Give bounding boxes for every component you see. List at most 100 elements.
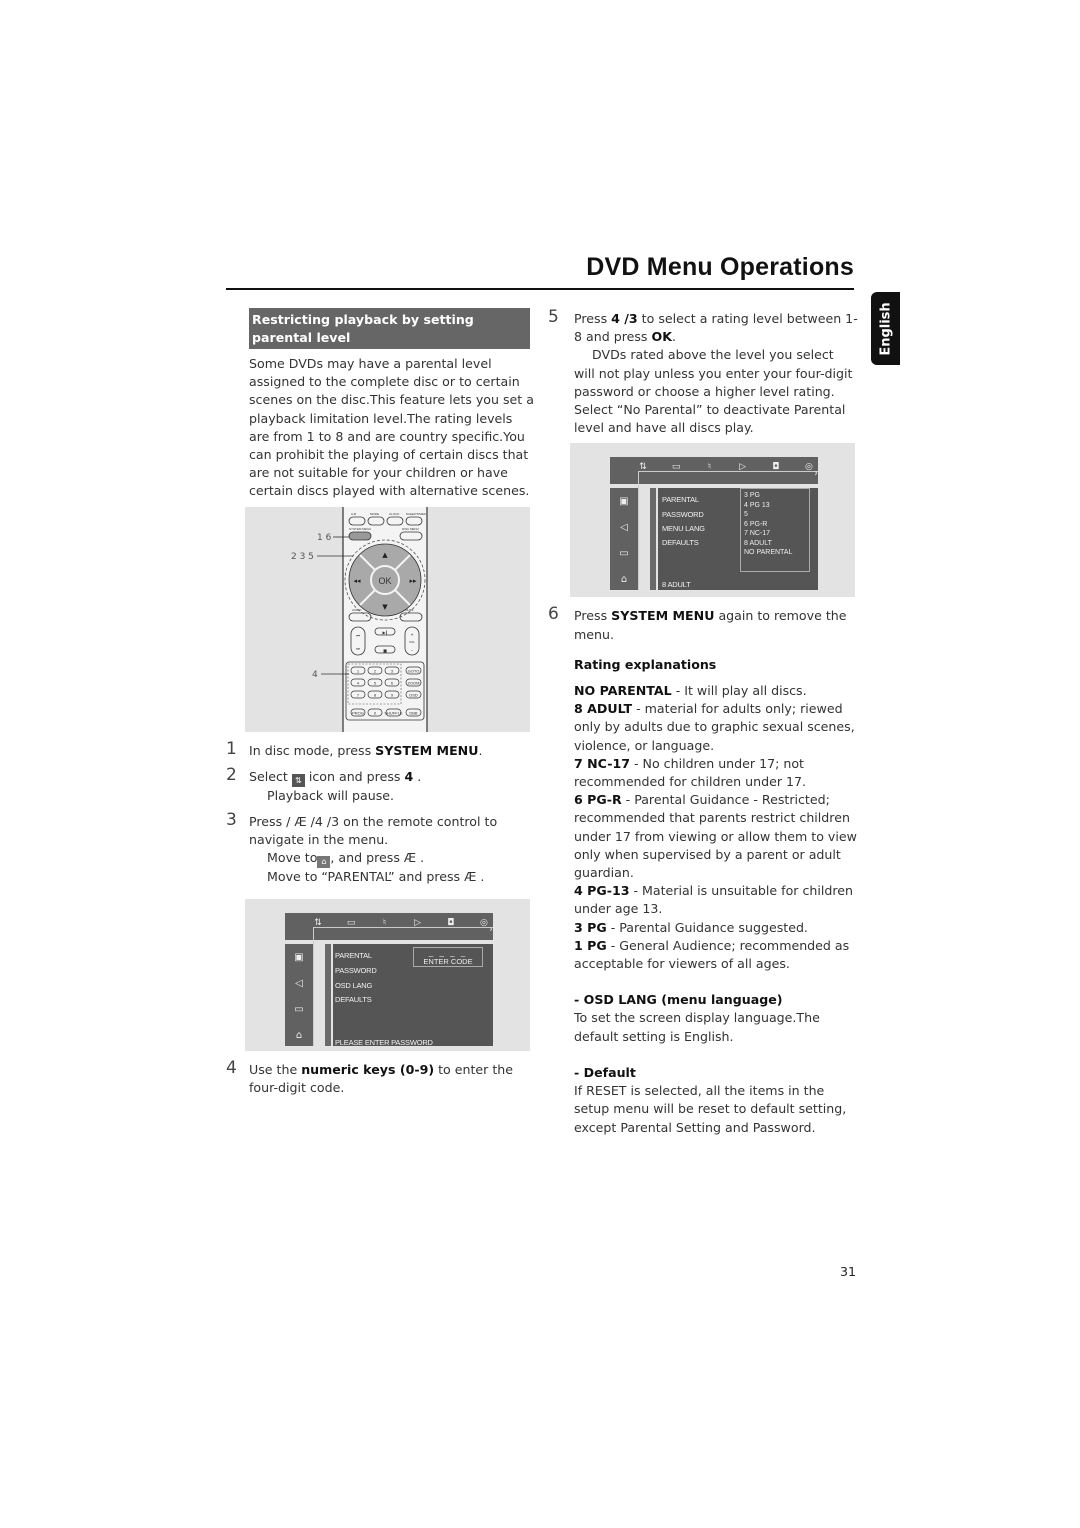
rating-explanation: 6 PG-R - Parental Guidance - Restricted;… — [574, 792, 857, 881]
system-menu-button — [348, 531, 372, 541]
left-column: Restricting playback by setting parental… — [226, 308, 536, 1097]
menu-item-defaults[interactable]: DEFAULTS — [662, 534, 699, 552]
step-number: 2 — [226, 764, 237, 785]
rating-option[interactable]: NO PARENTAL — [744, 548, 806, 558]
osd-left-icons: ▣ ◁ ▭ ⌂ — [613, 489, 635, 593]
top-button-label: SLEEP/TIMER — [406, 512, 427, 516]
page-title: DVD Menu Operations — [586, 253, 854, 281]
top-button-label: A-B — [351, 512, 356, 516]
svg-text:⏭: ⏭ — [356, 646, 360, 651]
top-button-label: CLOCK — [389, 512, 399, 516]
subtitle-icon: ▭ — [671, 462, 681, 473]
step-2-note: Playback will pause. — [267, 787, 395, 803]
default-text: If RESET is selected, all the items in t… — [574, 1083, 847, 1135]
svg-text:◂◂: ◂◂ — [353, 577, 361, 585]
step-5: 5 Press 4 /3 to select a rating level be… — [548, 307, 858, 437]
subtitle-bubble-icon: ▭ — [294, 1003, 304, 1015]
rating-explanations-heading: Rating explanations — [574, 656, 717, 672]
function-key-label: PROG — [352, 710, 364, 715]
osd-lang-text: To set the screen display language.The d… — [574, 1010, 820, 1044]
svg-text:MUTE: MUTE — [405, 608, 414, 612]
rating-explanations-list: NO PARENTAL - It will play all discs. 8 … — [548, 682, 858, 973]
general-icon: ▣ — [294, 951, 304, 963]
play-icon: ▷ — [414, 917, 422, 928]
svg-text:OK: OK — [378, 576, 391, 586]
rating-explanation: 8 ADULT - material for adults only; riew… — [574, 701, 855, 753]
svg-text:▲: ▲ — [382, 551, 388, 559]
lock-icon: ⌂ — [317, 856, 331, 869]
right-column: 5 Press 4 /3 to select a rating level be… — [548, 307, 858, 1137]
parental-settings-icon: ⇅ — [291, 773, 305, 787]
step-3: 3 Press / Æ /4 /3 on the remote control … — [226, 810, 498, 885]
chevron-right-icon: › — [814, 468, 818, 480]
language-tab: English — [871, 292, 900, 365]
rating-option[interactable]: 7 NC-17 — [744, 529, 806, 539]
general-icon: ▣ — [619, 496, 629, 508]
rating-menu-screenshot: ⇅ ▭ ♮ ▷ ◘ ◎ ▣ ◁ ▭ ⌂ › PARENTAL PASSWORD … — [570, 443, 855, 598]
speaker-icon: ◁ — [295, 977, 303, 989]
function-key-label: GOTO — [408, 668, 420, 673]
speaker-icon: ◁ — [620, 522, 628, 534]
rating-option[interactable]: 3 PG — [744, 491, 806, 501]
menu-item-defaults[interactable]: DEFAULTS — [335, 991, 372, 1009]
svg-text:▶‖: ▶‖ — [382, 630, 387, 635]
osd-left-icons: ▣ ◁ ▭ ⌂ — [288, 945, 310, 1049]
osd-lang-heading: - OSD LANG (menu language) — [574, 992, 783, 1008]
rating-option[interactable]: 5 — [744, 510, 806, 520]
svg-text:AUDIO: AUDIO — [352, 608, 362, 612]
section-title: Restricting playback by setting parental… — [249, 308, 530, 349]
step-number: 4 — [226, 1057, 237, 1078]
parental-menu-screenshot: ⇅ ▭ ♮ ▷ ◘ ◎ ▣ ◁ ▭ ⌂ › PARENTAL PASSWORD … — [245, 898, 530, 1051]
rating-explanation: 4 PG-13 - Material is unsuitable for chi… — [574, 883, 854, 917]
rating-explanation: 1 PG - General Audience; recommended as … — [574, 937, 850, 972]
status-message: 8 ADULT — [662, 580, 691, 590]
title-rule — [226, 288, 854, 290]
status-message: PLEASE ENTER PASSWORD — [335, 1037, 433, 1047]
svg-text:+: + — [410, 632, 413, 637]
step-number: 5 — [548, 307, 559, 327]
rating-explanation: NO PARENTAL - It will play all discs. — [574, 683, 807, 699]
osd-top-icons: ⇅ ▭ ♮ ▷ ◘ ◎ — [311, 914, 491, 932]
rating-options-list[interactable]: 3 PG 4 PG 13 5 6 PG-R 7 NC-17 8 ADULT NO… — [740, 488, 810, 573]
function-key-label: DBB — [409, 710, 418, 715]
audio-setup-icon: ♮ — [382, 917, 386, 928]
svg-text:⏮: ⏮ — [356, 633, 360, 638]
step-1: 1 In disc mode, press SYSTEM MENU. — [226, 738, 483, 759]
lock-icon: ⌂ — [620, 574, 628, 586]
step-2: 2 Select ⇅ icon and press 4 . Playback w… — [226, 764, 536, 805]
lock-icon: ⌂ — [295, 1029, 303, 1041]
subtitle-bubble-icon: ▭ — [619, 548, 629, 560]
page-number: 31 — [840, 1264, 857, 1279]
language-tab-label: English — [878, 301, 893, 356]
callout-1-6: 1 6 — [317, 533, 332, 543]
enter-code-field[interactable]: _ _ _ _ ENTER CODE — [413, 946, 483, 967]
step-number: 6 — [548, 604, 559, 625]
svg-text:–: – — [411, 648, 413, 653]
system-menu-key: SYSTEM MENU — [375, 742, 479, 758]
remote-control-figure: A-B MODE CLOCK SLEEP/TIMER SYSTEM MENU D… — [245, 506, 530, 732]
function-key-label: SHUFFLE — [384, 710, 403, 715]
subtitle-icon: ▭ — [346, 917, 356, 928]
play-icon: ▷ — [739, 462, 747, 473]
video-icon: ◘ — [447, 917, 455, 928]
default-heading: - Default — [574, 1064, 636, 1080]
osd-top-icons: ⇅ ▭ ♮ ▷ ◘ ◎ — [636, 458, 816, 476]
rating-option[interactable]: 4 PG 13 — [744, 501, 806, 511]
svg-text:DISC MENU: DISC MENU — [402, 527, 419, 531]
rating-option[interactable]: 6 PG-R — [744, 520, 806, 530]
svg-text:▸▸: ▸▸ — [409, 577, 417, 585]
top-button-label: MODE — [370, 512, 379, 516]
step-4: 4 Use the numeric keys (0-9) to enter th… — [226, 1057, 514, 1095]
svg-text:▼: ▼ — [382, 603, 388, 611]
function-key-label: OSD — [409, 692, 418, 697]
rating-option[interactable]: 8 ADULT — [744, 539, 806, 549]
step-number: 3 — [226, 810, 237, 831]
intro-paragraph: Some DVDs may have a parental level assi… — [249, 356, 534, 499]
callout-2-3-5: 2 3 5 — [291, 552, 314, 562]
remote-control-illustration: A-B MODE CLOCK SLEEP/TIMER SYSTEM MENU D… — [291, 506, 428, 732]
svg-text:SYSTEM MENU: SYSTEM MENU — [349, 527, 371, 531]
svg-text:■: ■ — [383, 648, 387, 653]
rating-explanation: 3 PG - Parental Guidance suggested. — [574, 919, 808, 935]
audio-setup-icon: ♮ — [707, 462, 711, 473]
rating-explanation: 7 NC-17 - No children under 17; not reco… — [574, 755, 807, 790]
